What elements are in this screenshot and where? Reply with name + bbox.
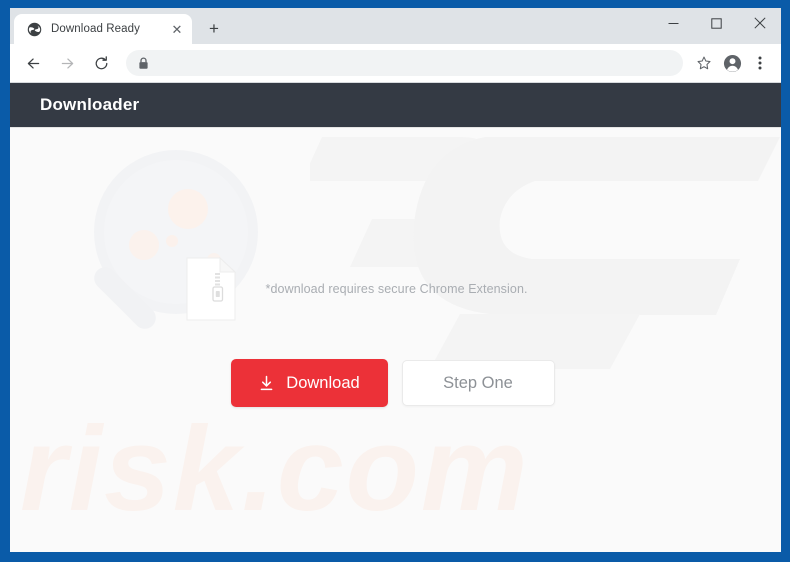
globe-icon — [26, 21, 42, 37]
tab-strip: Download Ready ✕ + — [10, 8, 781, 44]
page-viewport: Downloader risk.com *download requires s… — [10, 83, 781, 552]
browser-toolbar — [10, 44, 781, 83]
download-button-label: Download — [286, 373, 360, 392]
close-icon[interactable] — [738, 8, 781, 38]
domain-watermark: risk.com — [20, 412, 530, 536]
browser-window: Download Ready ✕ + Downloader risk.com *… — [10, 8, 781, 552]
star-icon[interactable] — [691, 50, 717, 76]
window-controls — [652, 8, 781, 38]
three-dot-menu-icon[interactable] — [747, 50, 773, 76]
action-buttons: Download Step One — [230, 359, 555, 407]
lock-icon — [136, 56, 150, 70]
close-tab-icon[interactable]: ✕ — [168, 20, 186, 38]
tab-title: Download Ready — [51, 23, 140, 35]
new-tab-button[interactable]: + — [200, 14, 228, 42]
site-header: Downloader — [10, 83, 781, 127]
profile-avatar-icon[interactable] — [719, 50, 745, 76]
zip-file-icon — [186, 257, 236, 321]
address-bar[interactable] — [126, 50, 683, 76]
download-button[interactable]: Download — [230, 359, 388, 407]
page-title: Downloader — [40, 95, 140, 114]
maximize-icon[interactable] — [695, 8, 738, 38]
browser-tab[interactable]: Download Ready ✕ — [14, 14, 192, 44]
screenshot-frame: Download Ready ✕ + Downloader risk.com *… — [0, 0, 790, 562]
reload-icon[interactable] — [87, 49, 115, 77]
page-stage: risk.com *download requires secure Chrom… — [10, 127, 781, 552]
download-content: *download requires secure Chrome Extensi… — [10, 257, 781, 407]
step-one-button[interactable]: Step One — [401, 360, 555, 406]
forward-arrow-icon[interactable] — [53, 49, 81, 77]
file-row: *download requires secure Chrome Extensi… — [186, 257, 606, 321]
download-arrow-icon — [260, 375, 273, 390]
back-arrow-icon[interactable] — [19, 49, 47, 77]
download-note: *download requires secure Chrome Extensi… — [265, 282, 528, 296]
minimize-icon[interactable] — [652, 8, 695, 38]
svg-text:risk.com: risk.com — [20, 412, 530, 536]
